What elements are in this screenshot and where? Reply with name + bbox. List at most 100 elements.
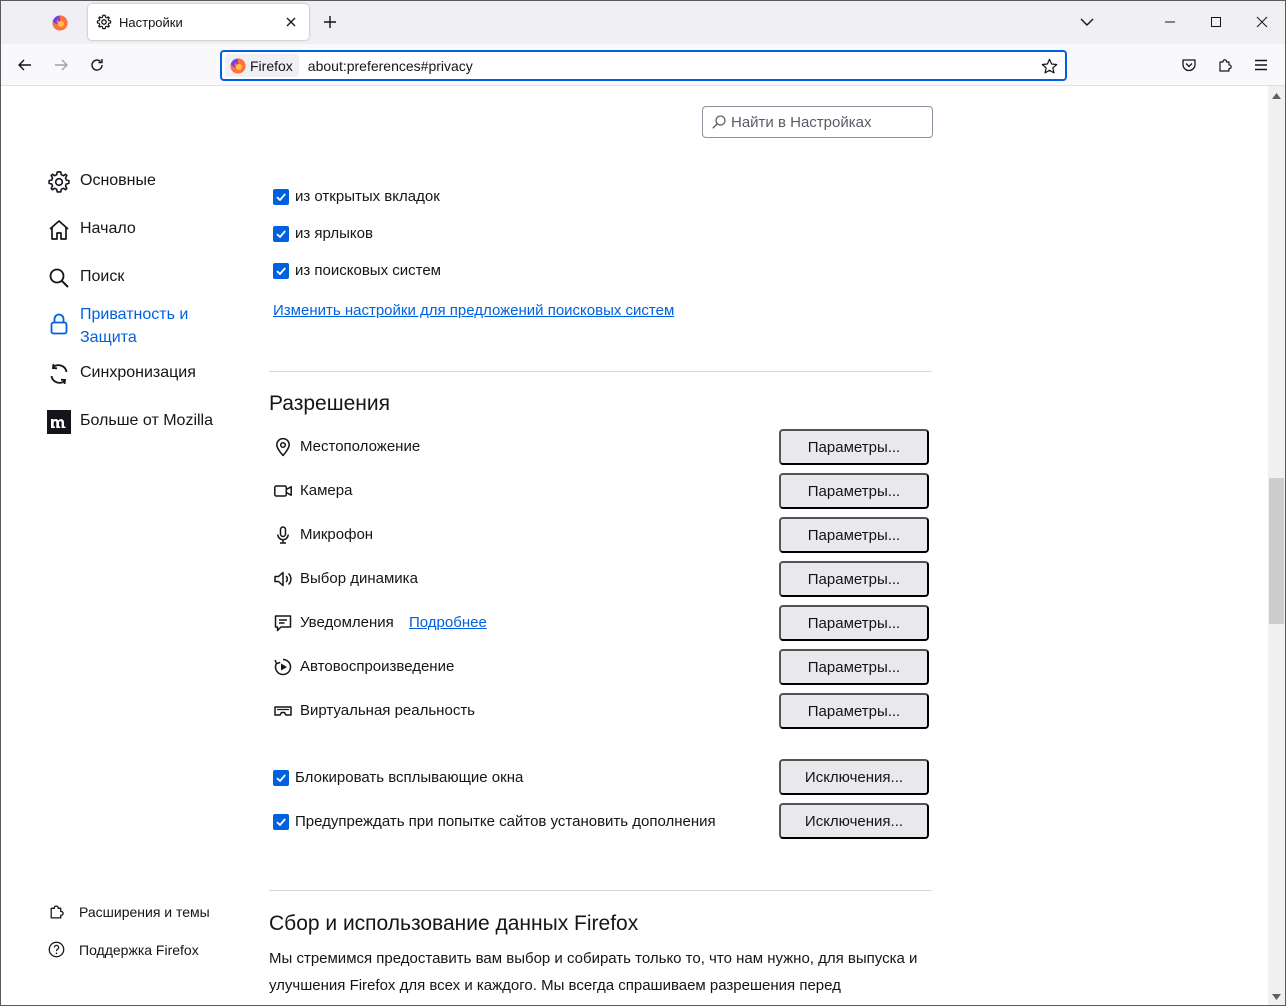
arrow-left-icon bbox=[18, 59, 31, 71]
permission-label: Уведомления bbox=[300, 614, 394, 631]
addons-link[interactable]: Расширения и темы bbox=[48, 903, 210, 920]
preferences-search-box[interactable] bbox=[702, 106, 933, 138]
checkbox-label: из поисковых систем bbox=[295, 262, 441, 279]
tab-settings[interactable]: Настройки bbox=[88, 4, 309, 40]
vr-settings-button[interactable]: Параметры... bbox=[779, 693, 929, 729]
help-icon bbox=[48, 941, 65, 958]
reload-icon bbox=[91, 59, 103, 71]
checkbox-search-engines[interactable]: из поисковых систем bbox=[273, 262, 441, 279]
bookmark-star-button[interactable] bbox=[1039, 56, 1059, 76]
scrollbar-thumb[interactable] bbox=[1269, 478, 1284, 624]
gear-icon bbox=[46, 169, 72, 195]
permission-row-vr: Виртуальная реальность Параметры... bbox=[273, 693, 929, 729]
category-more-from-mozilla[interactable]: Больше от Mozilla bbox=[46, 409, 213, 435]
checkbox-label: Предупреждать при попытке сайтов установ… bbox=[295, 813, 716, 830]
pocket-button[interactable] bbox=[1176, 52, 1202, 78]
minimize-button[interactable] bbox=[1147, 0, 1193, 44]
checkbox-shortcuts[interactable]: из ярлыков bbox=[273, 225, 373, 242]
navigation-toolbar: Firefox about:preferences#privacy bbox=[0, 44, 1286, 86]
category-search[interactable]: Поиск bbox=[46, 265, 124, 291]
minimize-icon bbox=[1165, 21, 1175, 23]
notifications-settings-button[interactable]: Параметры... bbox=[779, 605, 929, 641]
checkbox-label: из ярлыков bbox=[295, 225, 373, 242]
category-home[interactable]: Начало bbox=[46, 217, 136, 243]
plus-icon bbox=[324, 16, 336, 28]
category-general[interactable]: Основные bbox=[46, 169, 156, 195]
checkbox[interactable] bbox=[273, 769, 289, 786]
caret-up-icon bbox=[1272, 92, 1281, 99]
gear-icon bbox=[96, 14, 112, 30]
back-button[interactable] bbox=[12, 52, 38, 78]
data-collection-description-line-2: улучшения Firefox для всех и каждого. Мы… bbox=[269, 977, 841, 994]
category-label: Синхронизация bbox=[80, 364, 196, 381]
scroll-down-button[interactable] bbox=[1268, 988, 1285, 1005]
checkbox-warn-addons[interactable]: Предупреждать при попытке сайтов установ… bbox=[273, 813, 716, 830]
puzzle-icon bbox=[1219, 59, 1232, 72]
addon-exceptions-button[interactable]: Исключения... bbox=[779, 803, 929, 839]
preferences-search-input[interactable] bbox=[731, 113, 921, 131]
hamburger-menu-icon bbox=[1255, 59, 1267, 71]
pinned-firefox-tab[interactable] bbox=[38, 6, 82, 40]
permission-label: Местоположение bbox=[300, 438, 421, 455]
caret-down-icon bbox=[1272, 993, 1281, 1000]
maximize-button[interactable] bbox=[1193, 0, 1239, 44]
checkbox-label: из открытых вкладок bbox=[295, 188, 440, 205]
category-sync[interactable]: Синхронизация bbox=[46, 361, 196, 387]
category-label: Поиск bbox=[80, 268, 125, 285]
identity-box[interactable]: Firefox bbox=[225, 54, 299, 77]
checkmark-icon bbox=[276, 229, 286, 238]
category-privacy[interactable]: Приватность и Защита bbox=[46, 303, 210, 349]
checkbox[interactable] bbox=[273, 813, 289, 830]
speaker-settings-button[interactable]: Параметры... bbox=[779, 561, 929, 597]
checkbox[interactable] bbox=[273, 262, 289, 279]
autoplay-settings-button[interactable]: Параметры... bbox=[779, 649, 929, 685]
mozilla-icon bbox=[46, 409, 72, 435]
support-link[interactable]: Поддержка Firefox bbox=[48, 941, 199, 958]
camera-icon bbox=[273, 481, 293, 501]
checkbox-block-popups[interactable]: Блокировать всплывающие окна bbox=[273, 769, 523, 786]
microphone-settings-button[interactable]: Параметры... bbox=[779, 517, 929, 553]
addons-link-label: Расширения и темы bbox=[79, 903, 210, 920]
url-bar[interactable]: Firefox about:preferences#privacy bbox=[220, 50, 1067, 81]
reload-button[interactable] bbox=[84, 52, 110, 78]
lock-icon bbox=[46, 311, 72, 337]
permission-row-autoplay: Автовоспроизведение Параметры... bbox=[273, 649, 929, 685]
checkbox[interactable] bbox=[273, 188, 289, 205]
menu-button[interactable] bbox=[1248, 52, 1274, 78]
forward-button[interactable] bbox=[48, 52, 74, 78]
popup-exceptions-button[interactable]: Исключения... bbox=[779, 759, 929, 795]
warn-addons-row: Предупреждать при попытке сайтов установ… bbox=[273, 803, 929, 839]
camera-settings-button[interactable]: Параметры... bbox=[779, 473, 929, 509]
arrow-right-icon bbox=[55, 59, 68, 71]
location-icon bbox=[273, 437, 293, 457]
search-suggestions-settings-link[interactable]: Изменить настройки для предложений поиск… bbox=[273, 302, 674, 319]
permission-label: Микрофон bbox=[300, 526, 374, 543]
permission-row-microphone: Микрофон Параметры... bbox=[273, 517, 929, 553]
permission-row-location: Местоположение Параметры... bbox=[273, 429, 929, 465]
block-popups-row: Блокировать всплывающие окна Исключения.… bbox=[273, 759, 929, 795]
extensions-button[interactable] bbox=[1212, 52, 1238, 78]
vr-icon bbox=[273, 701, 293, 721]
tab-close-button[interactable] bbox=[281, 12, 301, 32]
chevron-down-icon bbox=[1080, 18, 1094, 26]
category-label: Основные bbox=[80, 172, 156, 189]
checkbox-open-tabs[interactable]: из открытых вкладок bbox=[273, 188, 440, 205]
scroll-up-button[interactable] bbox=[1268, 87, 1285, 104]
tab-title: Настройки bbox=[119, 14, 183, 30]
checkbox-label: Блокировать всплывающие окна bbox=[295, 769, 524, 786]
notification-icon bbox=[273, 613, 293, 633]
url-text[interactable]: about:preferences#privacy bbox=[308, 58, 473, 74]
checkmark-icon bbox=[276, 192, 286, 201]
list-all-tabs-button[interactable] bbox=[1075, 10, 1099, 34]
maximize-icon bbox=[1211, 17, 1221, 27]
new-tab-button[interactable] bbox=[318, 10, 342, 34]
firefox-logo-icon bbox=[52, 15, 68, 31]
window-close-button[interactable] bbox=[1239, 0, 1285, 44]
star-icon bbox=[1041, 58, 1057, 73]
checkbox[interactable] bbox=[273, 225, 289, 242]
section-divider bbox=[269, 890, 932, 891]
data-collection-description-line-1: Мы стремимся предоставить вам выбор и со… bbox=[269, 950, 918, 967]
notifications-learn-more-link[interactable]: Подробнее bbox=[409, 614, 487, 631]
location-settings-button[interactable]: Параметры... bbox=[779, 429, 929, 465]
section-divider bbox=[269, 371, 932, 372]
